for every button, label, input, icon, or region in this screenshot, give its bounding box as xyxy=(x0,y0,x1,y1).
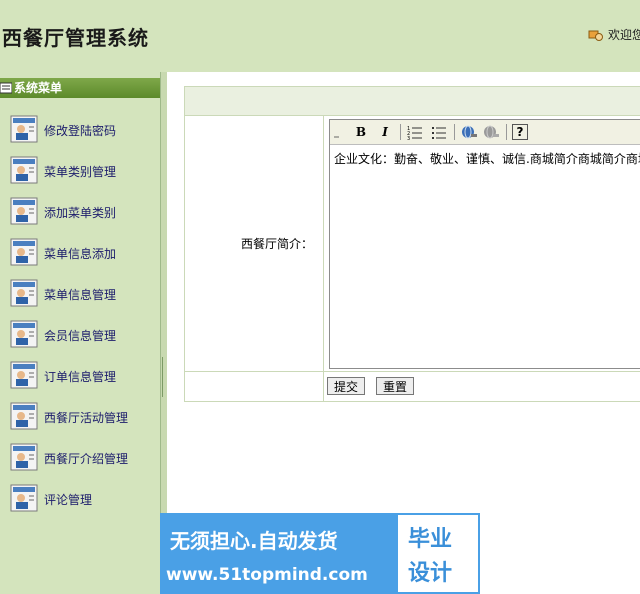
toolbar-handle-icon xyxy=(332,123,340,141)
watermark-badge-bottom: 设计 xyxy=(408,561,453,586)
intro-form: 西餐厅简介： B I 123 ? 企业文化：勤奋、敬业、谨慎、诚信.商城简介商城… xyxy=(184,86,640,402)
user-card-icon xyxy=(10,320,38,348)
menu-item-label: 订单信息管理 xyxy=(44,370,117,384)
intro-field-label: 西餐厅简介： xyxy=(240,237,313,251)
menu-item-label: 西餐厅活动管理 xyxy=(44,411,129,425)
welcome-label: 欢迎您 xyxy=(608,28,640,42)
user-card-icon xyxy=(10,484,38,512)
menu-item-label: 会员信息管理 xyxy=(44,329,117,343)
form-header-bar xyxy=(185,87,640,116)
watermark-banner: 无须担心.自动发货 www.51topmind.com 毕业 设计 xyxy=(160,513,480,594)
menu-item-category-manage[interactable]: 菜单类别管理 xyxy=(0,153,160,194)
toolbar-separator xyxy=(454,124,455,140)
menu-item-label: 西餐厅介绍管理 xyxy=(44,452,129,466)
toolbar-separator xyxy=(506,124,507,140)
menu-item-change-password[interactable]: 修改登陆密码 xyxy=(0,112,160,153)
submit-button[interactable]: 提交 xyxy=(327,377,366,395)
menu-item-comment-manage[interactable]: 评论管理 xyxy=(0,481,160,522)
button-row: 提交 重置 xyxy=(185,372,640,400)
menu-item-label: 添加菜单类别 xyxy=(44,206,117,220)
unlink-icon[interactable] xyxy=(482,123,500,141)
welcome-text: 欢迎您 xyxy=(588,26,640,44)
watermark-url: www.51topmind.com xyxy=(166,565,368,585)
app-header: 西餐厅管理系统 欢迎您 xyxy=(0,0,640,72)
rich-text-editor[interactable]: B I 123 ? 企业文化：勤奋、敬业、谨慎、诚信.商城简介商城简介商城 xyxy=(329,119,640,369)
link-icon[interactable] xyxy=(460,123,478,141)
user-card-icon xyxy=(10,197,38,225)
ordered-list-icon[interactable]: 123 xyxy=(406,123,424,142)
watermark-slogan: 无须担心.自动发货 xyxy=(170,529,338,553)
watermark-badge-top: 毕业 xyxy=(408,527,453,552)
menu-item-add-category[interactable]: 添加菜单类别 xyxy=(0,194,160,235)
menu-item-label: 评论管理 xyxy=(44,493,93,507)
user-card-icon xyxy=(10,238,38,266)
bold-button[interactable]: B xyxy=(352,123,370,141)
editor-content[interactable]: 企业文化：勤奋、敬业、谨慎、诚信.商城简介商城简介商城 xyxy=(334,150,640,360)
intro-row: 西餐厅简介： B I 123 ? 企业文化：勤奋、敬业、谨慎、诚信.商城简介商城… xyxy=(185,115,640,372)
menu-item-label: 菜单类别管理 xyxy=(44,165,117,179)
reset-button[interactable]: 重置 xyxy=(376,377,415,395)
app-title: 西餐厅管理系统 xyxy=(2,26,149,50)
menu-item-label: 菜单信息添加 xyxy=(44,247,117,261)
menu-item-menu-info-manage[interactable]: 菜单信息管理 xyxy=(0,276,160,317)
sidebar: 系统菜单 修改登陆密码 菜单类别管理 添加菜单类别 菜单信息添加 菜单信息管理 … xyxy=(0,72,162,594)
menu-item-label: 修改登陆密码 xyxy=(44,124,117,138)
menu-item-member-manage[interactable]: 会员信息管理 xyxy=(0,317,160,358)
user-card-icon xyxy=(10,402,38,430)
menu-item-activity-manage[interactable]: 西餐厅活动管理 xyxy=(0,399,160,440)
menu-list: 修改登陆密码 菜单类别管理 添加菜单类别 菜单信息添加 菜单信息管理 会员信息管… xyxy=(0,112,160,522)
toolbar-separator xyxy=(400,124,401,140)
menu-item-intro-manage[interactable]: 西餐厅介绍管理 xyxy=(0,440,160,481)
user-card-icon xyxy=(10,443,38,471)
user-card-icon xyxy=(10,156,38,184)
menu-item-order-manage[interactable]: 订单信息管理 xyxy=(0,358,160,399)
user-card-icon xyxy=(10,115,38,143)
sidebar-title: 系统菜单 xyxy=(14,81,63,95)
user-card-icon xyxy=(10,279,38,307)
menu-icon xyxy=(0,80,13,94)
italic-button[interactable]: I xyxy=(376,123,394,141)
menu-item-label: 菜单信息管理 xyxy=(44,288,117,302)
menu-item-add-menu-info[interactable]: 菜单信息添加 xyxy=(0,235,160,276)
bullet-list-icon[interactable] xyxy=(430,123,448,141)
user-card-icon xyxy=(10,361,38,389)
sidebar-header: 系统菜单 xyxy=(0,78,160,98)
watermark-badge: 毕业 设计 xyxy=(398,515,478,592)
editor-toolbar: B I 123 ? xyxy=(330,120,640,145)
svg-text:3: 3 xyxy=(407,136,410,141)
user-icon xyxy=(588,28,604,44)
help-button[interactable]: ? xyxy=(512,124,528,140)
